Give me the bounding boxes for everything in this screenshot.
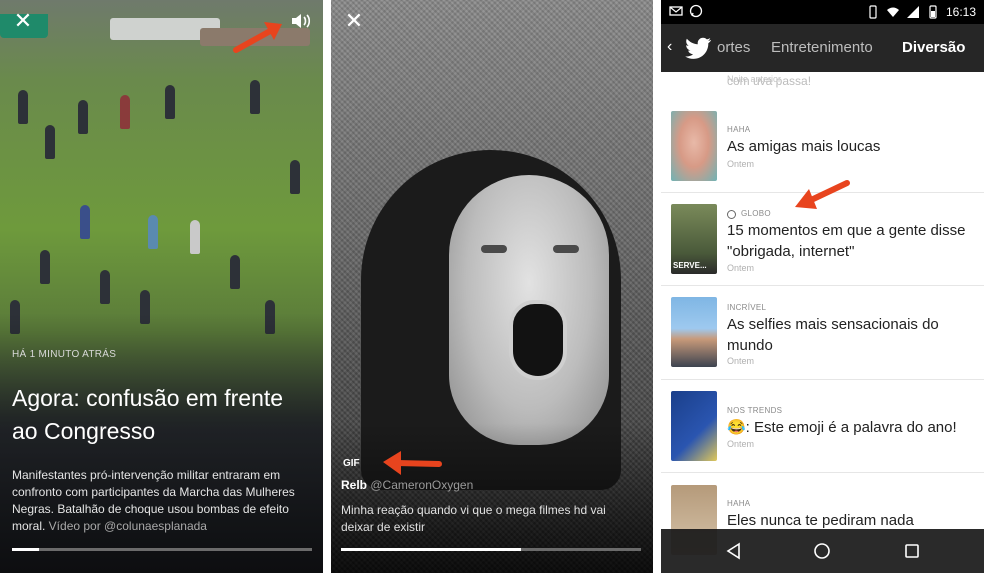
twitter-bird-icon: [685, 37, 711, 59]
status-left-icons: [669, 4, 703, 18]
previous-item-time-label: Noite anterior: [727, 74, 782, 84]
crowd-person: [80, 205, 90, 239]
crowd-person: [120, 95, 130, 129]
crowd-person: [18, 90, 28, 124]
home-icon[interactable]: [812, 541, 832, 561]
item-thumbnail: SERVE...: [671, 204, 717, 274]
tab-bar: ‹ ortes Entretenimento Diversão: [661, 24, 984, 72]
video-story-panel[interactable]: ✕ HÁ 1 MINUTO ATRÁS Agora: confusão em f…: [0, 0, 323, 573]
item-category: HAHA: [727, 125, 751, 134]
thumbnail-caption: SERVE...: [673, 261, 707, 270]
progress-bar: [341, 548, 641, 551]
back-icon[interactable]: [724, 541, 744, 561]
author-name: Relb: [341, 478, 368, 492]
crowd-person: [290, 160, 300, 194]
crowd-person: [100, 270, 110, 304]
list-item[interactable]: SERVE... GLOBO 15 momentos em que a gent…: [661, 180, 984, 286]
item-title: As amigas mais loucas: [727, 138, 881, 155]
divider: [323, 0, 331, 573]
tab-esportes[interactable]: ortes: [717, 39, 750, 56]
item-category: HAHA: [727, 499, 751, 508]
signal-icon: [906, 6, 919, 18]
crowd-person: [148, 215, 158, 249]
battery-icon: [929, 5, 937, 19]
crowd-person: [165, 85, 175, 119]
crowd-person: [78, 100, 88, 134]
tab-entretenimento[interactable]: Entretenimento: [771, 39, 873, 56]
item-title: As selfies mais sensacionais do mundo: [727, 316, 939, 354]
video-credit[interactable]: Vídeo por @colunaesplanada: [45, 519, 207, 533]
story-title[interactable]: Agora: confusão em frente ao Congresso: [12, 382, 312, 448]
close-icon[interactable]: ✕: [343, 10, 365, 32]
item-title: 😂: Este emoji é a palavra do ano!: [727, 419, 957, 436]
author-line[interactable]: Relb @CameronOxygen: [341, 478, 473, 492]
progress-bar: [12, 548, 312, 551]
list-item[interactable]: NOS TRENDS 😂: Este emoji é a palavra do …: [661, 380, 984, 473]
item-thumbnail: [671, 111, 717, 181]
mail-icon: [669, 6, 683, 16]
globo-logo-icon: [727, 210, 736, 219]
timestamp: HÁ 1 MINUTO ATRÁS: [12, 349, 117, 360]
item-time: Ontem: [727, 356, 755, 366]
list-item[interactable]: INCRÍVEL As selfies mais sensacionais do…: [661, 286, 984, 380]
story-description: Manifestantes pró-intervenção militar en…: [12, 467, 312, 535]
item-title: 15 momentos em que a gente disse "obriga…: [727, 222, 966, 260]
item-category: NOS TRENDS: [727, 406, 783, 415]
back-chevron-icon[interactable]: ‹: [667, 38, 672, 56]
status-bar: 16:13: [661, 0, 984, 24]
item-thumbnail: [671, 391, 717, 461]
item-time: Ontem: [727, 263, 755, 273]
wifi-icon: [886, 7, 899, 17]
gif-caption: Minha reação quando vi que o mega filmes…: [341, 503, 606, 534]
crowd-person: [190, 220, 200, 254]
eye-shape: [481, 245, 507, 253]
item-category: GLOBO: [741, 209, 771, 218]
moments-list-panel: 16:13 com uva passa! Noite anterior ‹ or…: [661, 0, 984, 573]
gif-badge: GIF: [343, 458, 360, 469]
whatsapp-icon: [689, 4, 703, 18]
vibrate-icon: [869, 5, 877, 19]
close-icon[interactable]: ✕: [12, 10, 34, 32]
status-time: 16:13: [945, 5, 976, 19]
item-category: INCRÍVEL: [727, 303, 767, 312]
red-arrow-icon: [233, 22, 282, 53]
tab-diversao[interactable]: Diversão: [902, 39, 965, 56]
item-title: Eles nunca te pediram nada: [727, 512, 914, 529]
volume-icon[interactable]: [290, 12, 312, 30]
gif-story-panel[interactable]: ✕ GIF Relb @CameronOxygen Minha reação q…: [331, 0, 653, 573]
item-time: Ontem: [727, 439, 755, 449]
item-time: Ontem: [727, 159, 755, 169]
author-username: @CameronOxygen: [367, 478, 474, 492]
crowd-person: [250, 80, 260, 114]
recents-icon[interactable]: [902, 541, 922, 561]
crowd-person: [230, 255, 240, 289]
crowd-person: [40, 250, 50, 284]
progress-fill: [12, 548, 39, 551]
progress-fill: [341, 548, 521, 551]
red-arrow-icon: [383, 451, 442, 475]
status-right-icons: 16:13: [866, 5, 976, 19]
divider: [653, 0, 661, 573]
crowd-person: [45, 125, 55, 159]
eye-shape: [553, 245, 579, 253]
red-arrow-icon: [795, 180, 850, 209]
item-thumbnail: [671, 297, 717, 367]
android-nav-bar: [661, 529, 984, 573]
mouth-shape: [509, 300, 567, 380]
